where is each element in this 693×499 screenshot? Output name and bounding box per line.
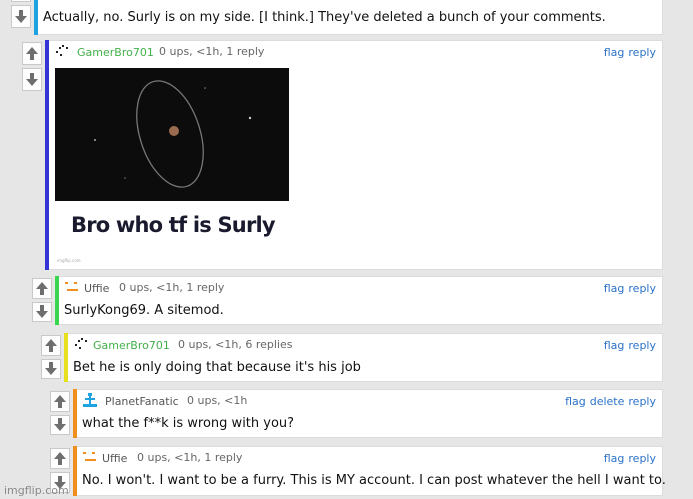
vote-column — [21, 40, 43, 270]
upvote-icon — [26, 47, 38, 60]
comment-body: Uffie 0 ups, <1h, 1 reply flag reply Surl… — [59, 276, 663, 325]
comment-actions: flag reply — [600, 46, 656, 59]
upvote-button[interactable] — [50, 448, 70, 469]
meme-small-mark: imgflip.com — [57, 258, 81, 263]
upvote-icon — [54, 394, 66, 408]
reply-link[interactable]: reply — [628, 339, 656, 352]
username[interactable]: GamerBro701 — [77, 46, 154, 59]
vote-column — [10, 0, 32, 35]
comment-actions: flag reply — [600, 452, 656, 465]
meme-caption: Bro who tf is Surly — [71, 213, 276, 237]
comment-meta: 0 ups, <1h, 1 reply — [159, 45, 265, 58]
comment-text: Bet he is only doing that because it's h… — [73, 360, 361, 375]
upvote-button[interactable] — [11, 0, 31, 2]
comment-text: SurlyKong69. A sitemod. — [64, 303, 224, 318]
vote-column — [49, 389, 71, 438]
comment-meta: 0 ups, <1h, 6 replies — [178, 338, 293, 351]
space-photo — [55, 68, 289, 201]
reply-link[interactable]: reply — [628, 46, 656, 59]
username[interactable]: Uffie — [84, 282, 109, 295]
comment-meta: 0 ups, <1h — [187, 394, 248, 407]
planet-orbit-graphic — [94, 80, 252, 188]
avatar — [65, 282, 78, 291]
avatar — [83, 393, 97, 407]
upvote-icon — [36, 281, 48, 295]
flag-link[interactable]: flag — [604, 46, 625, 59]
flag-link[interactable]: flag — [604, 452, 625, 465]
flag-link[interactable]: flag — [604, 339, 625, 352]
upvote-icon — [45, 338, 57, 352]
comment-body: Actually, no. Surly is on my side. [I th… — [38, 0, 663, 35]
vote-column — [31, 276, 53, 325]
downvote-button[interactable] — [41, 358, 61, 379]
downvote-icon — [26, 73, 38, 86]
avatar — [56, 45, 68, 56]
avatar — [75, 338, 87, 349]
downvote-icon — [45, 362, 57, 376]
comment-actions: flag reply — [600, 282, 656, 295]
comment-body: PlanetFanatic 0 ups, <1h flag delete reply… — [77, 389, 663, 438]
downvote-button[interactable] — [50, 414, 70, 435]
reply-link[interactable]: reply — [628, 282, 656, 295]
upvote-icon — [54, 452, 66, 465]
username[interactable]: Uffie — [102, 452, 127, 465]
comment-actions: flag delete reply — [561, 395, 656, 408]
comment-gamerbro-2: GamerBro701 0 ups, <1h, 6 replies flag re… — [40, 333, 663, 382]
downvote-button[interactable] — [11, 5, 31, 28]
downvote-icon — [15, 10, 27, 23]
comment-meta: 0 ups, <1h, 1 reply — [137, 451, 243, 464]
comment-uffie-1: Uffie 0 ups, <1h, 1 reply flag reply Surl… — [31, 276, 663, 325]
flag-link[interactable]: flag — [604, 282, 625, 295]
comment-body: GamerBro701 0 ups, <1h, 6 replies flag re… — [68, 333, 663, 382]
delete-link[interactable]: delete — [590, 395, 625, 408]
avatar — [83, 452, 96, 461]
comment-text: what the f**k is wrong with you? — [82, 416, 295, 431]
vote-column — [40, 333, 62, 382]
reply-link[interactable]: reply — [628, 452, 656, 465]
comment-body: GamerBro701 0 ups, <1h, 1 reply flag repl… — [49, 40, 663, 270]
meme-image[interactable]: Bro who tf is Surly imgflip.com — [55, 68, 289, 269]
comment-gamerbro-image: GamerBro701 0 ups, <1h, 1 reply flag repl… — [21, 40, 663, 270]
upvote-button[interactable] — [32, 278, 52, 299]
downvote-button[interactable] — [22, 68, 42, 91]
upvote-button[interactable] — [41, 335, 61, 356]
comment-body: Uffie 0 ups, <1h, 1 reply flag reply No. … — [77, 446, 666, 496]
comment-actions: flag reply — [600, 339, 656, 352]
comment-meta: 0 ups, <1h, 1 reply — [119, 281, 225, 294]
comment-text: No. I won't. I want to be a furry. This … — [82, 473, 666, 488]
comment-top: Actually, no. Surly is on my side. [I th… — [10, 0, 663, 35]
comment-text: Actually, no. Surly is on my side. [I th… — [43, 10, 606, 25]
username[interactable]: PlanetFanatic — [105, 395, 179, 408]
comment-uffie-2: Uffie 0 ups, <1h, 1 reply flag reply No. … — [49, 446, 666, 496]
reply-link[interactable]: reply — [628, 395, 656, 408]
username[interactable]: GamerBro701 — [93, 339, 170, 352]
upvote-button[interactable] — [50, 391, 70, 412]
downvote-icon — [54, 418, 66, 432]
imgflip-watermark: imgflip.com — [4, 484, 69, 497]
comment-planetfanatic: PlanetFanatic 0 ups, <1h flag delete reply… — [49, 389, 663, 438]
downvote-button[interactable] — [32, 301, 52, 322]
flag-link[interactable]: flag — [565, 395, 586, 408]
upvote-button[interactable] — [22, 42, 42, 65]
downvote-icon — [36, 305, 48, 319]
